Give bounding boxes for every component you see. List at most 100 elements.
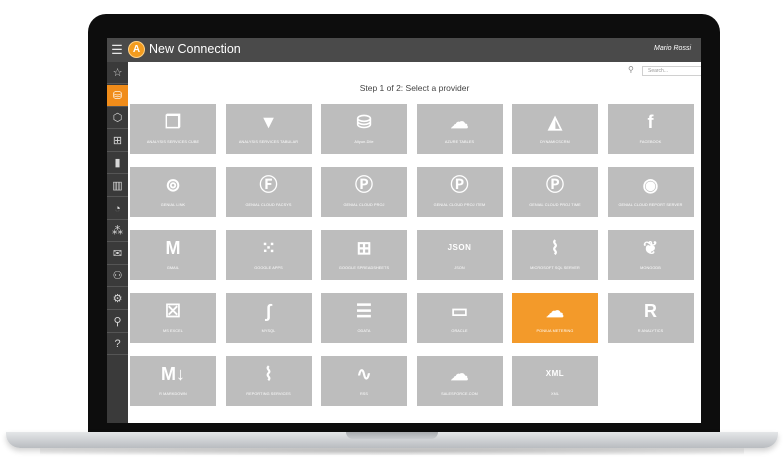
- top-bar: ☰ A New Connection Mario Rossi: [107, 38, 701, 62]
- app-logo[interactable]: A: [128, 41, 145, 58]
- search-input[interactable]: Search...: [642, 66, 701, 76]
- provider-tile[interactable]: ▭ ORACLE: [416, 293, 503, 343]
- provider-label: GOOGLE APPS: [254, 266, 283, 270]
- network-icon[interactable]: ⁂: [107, 220, 128, 243]
- provider-label: RSS: [359, 392, 369, 396]
- provider-tile[interactable]: ☰ ODATA: [321, 293, 407, 343]
- provider-label: GENIAL CLOUD PROJ TIME: [529, 203, 581, 207]
- cube-icon[interactable]: ⬡: [107, 107, 128, 130]
- dynamics-icon: ◭: [548, 112, 562, 132]
- oracle-icon: ▭: [450, 301, 468, 321]
- provider-label: DYNAMICSCRM: [540, 140, 570, 144]
- rss-icon: ∿: [356, 364, 372, 384]
- provider-tile[interactable]: Ⓕ GENIAL CLOUD FACSYS: [225, 167, 312, 217]
- provider-label: R ANALYTICS: [637, 329, 664, 333]
- provider-label: MYSQL: [261, 329, 276, 333]
- provider-label: GENIAL LINK: [160, 203, 186, 207]
- provider-label: MONGODB: [640, 266, 661, 270]
- grid-icon[interactable]: ⊞: [107, 130, 128, 152]
- mail-icon[interactable]: ✉: [107, 243, 128, 265]
- provider-tile[interactable]: ☁ AZURE TABLES: [416, 104, 503, 154]
- provider-tile[interactable]: ⊚ GENIAL LINK: [130, 167, 216, 217]
- stacked-chart-icon[interactable]: ▥: [107, 175, 128, 197]
- gauge-icon[interactable]: ◔: [107, 198, 128, 220]
- search-icon[interactable]: ⚲: [628, 65, 634, 74]
- leaf-icon: ❦: [642, 238, 659, 258]
- app-screen: ☰ A New Connection Mario Rossi ☆ ⛁ ⬡ ⊞ ▮ ▥ ◔ ⁂ ✉…: [107, 38, 701, 423]
- database-icon[interactable]: ⛁: [107, 84, 128, 107]
- provider-tile[interactable]: ⌇ REPORTING SERVICES: [225, 356, 312, 406]
- laptop-shadow: [40, 447, 744, 455]
- provider-tile[interactable]: ⊞ GOOGLE SPREADSHEETS: [321, 230, 407, 280]
- provider-label: R MARKDOWN: [159, 392, 187, 396]
- provider-tile[interactable]: Ⓟ GENIAL CLOUD PROJ ITEM: [416, 167, 503, 217]
- salesforce-cloud-icon: ☁: [450, 364, 469, 384]
- provider-tile[interactable]: ☁ PONIUA METERING: [512, 293, 598, 343]
- provider-tile[interactable]: ❦ MONGODB: [607, 230, 694, 280]
- provider-tile[interactable]: ◉ GENIAL CLOUD REPORT SERVER: [607, 167, 694, 217]
- excel-icon: ☒: [164, 301, 182, 321]
- letter-p-icon: Ⓟ: [355, 175, 373, 195]
- r-logo-icon: R: [644, 301, 657, 321]
- provider-label: SALESFORCE.COM: [441, 392, 478, 396]
- provider-label: GENIAL CLOUD FACSYS: [245, 203, 292, 207]
- help-icon[interactable]: ?: [107, 333, 128, 356]
- letter-p-icon: Ⓟ: [450, 175, 469, 195]
- provider-tile[interactable]: ⌇ MICROSOFT SQL SERVER: [512, 230, 598, 280]
- search-placeholder: Search...: [648, 68, 669, 74]
- provider-label: GENIAL CLOUD REPORT SERVER: [618, 203, 683, 207]
- json-file-icon: JSON: [447, 243, 472, 252]
- gear-icon[interactable]: ⚙: [107, 288, 128, 310]
- provider-tile[interactable]: ❒ ANALYSIS SERVICES CUBE: [130, 104, 216, 154]
- xml-file-icon: XML: [545, 369, 565, 378]
- provider-tile[interactable]: XML XML: [512, 356, 598, 406]
- provider-tile[interactable]: M↓ R MARKDOWN: [130, 356, 216, 406]
- provider-label: ORACLE: [451, 329, 468, 333]
- markdown-icon: M↓: [161, 364, 185, 384]
- provider-tile[interactable]: M GMAIL: [130, 230, 216, 280]
- provider-label: GENIAL CLOUD PROJ ITEM: [433, 203, 486, 207]
- provider-tile[interactable]: ⁙ GOOGLE APPS: [225, 230, 312, 280]
- gmail-icon: M: [165, 238, 181, 258]
- bar-chart-icon[interactable]: ▮: [107, 152, 128, 175]
- user-name[interactable]: Mario Rossi: [654, 45, 691, 52]
- tabular-icon: ▼: [259, 112, 278, 132]
- provider-tile[interactable]: ⛁ Aliyun-Dile: [321, 104, 407, 154]
- reporting-services-icon: ⌇: [264, 364, 273, 384]
- dolphin-icon: ∫: [266, 301, 271, 321]
- star-icon[interactable]: ☆: [107, 62, 128, 84]
- provider-tile[interactable]: ◭ DYNAMICSCRM: [512, 104, 598, 154]
- provider-tile[interactable]: ☒ MS EXCEL: [130, 293, 216, 343]
- provider-tile[interactable]: ▼ ANALYSIS SERVICES TABULAR: [225, 104, 312, 154]
- sidebar: ☆ ⛁ ⬡ ⊞ ▮ ▥ ◔ ⁂ ✉ ⚇ ⚙ ⚲?: [107, 62, 128, 423]
- laptop-base-notch: [346, 432, 438, 439]
- main-content: ⚲ Search... Step 1 of 2: Select a provid…: [128, 62, 701, 423]
- apps-grid-icon: ⁙: [260, 238, 277, 258]
- provider-tile[interactable]: ∿ RSS: [321, 356, 407, 406]
- provider-label: GOOGLE SPREADSHEETS: [338, 266, 390, 270]
- cloud-doc-icon: ☁: [546, 301, 564, 321]
- sql-server-icon: ⌇: [550, 238, 560, 258]
- provider-label: ANALYSIS SERVICES CUBE: [146, 140, 200, 144]
- provider-tile[interactable]: Ⓟ GENIAL CLOUD PROJ: [321, 167, 407, 217]
- provider-label: Aliyun-Dile: [354, 140, 374, 144]
- users-icon[interactable]: ⚇: [107, 265, 128, 288]
- cloud-windows-icon: ☁: [450, 112, 469, 132]
- search-icon[interactable]: ⚲: [107, 311, 128, 333]
- cubes-icon: ❒: [164, 112, 182, 132]
- provider-tile[interactable]: ☁ SALESFORCE.COM: [416, 356, 503, 406]
- provider-tile[interactable]: JSON JSON: [416, 230, 503, 280]
- hamburger-menu-icon[interactable]: ☰: [110, 43, 124, 57]
- spreadsheet-icon: ⊞: [356, 238, 372, 258]
- provider-label: GMAIL: [166, 266, 180, 270]
- report-server-icon: ◉: [642, 175, 659, 195]
- letter-f-icon: Ⓕ: [259, 175, 278, 195]
- provider-tile[interactable]: Ⓟ GENIAL CLOUD PROJ TIME: [512, 167, 598, 217]
- provider-label: MS EXCEL: [162, 329, 183, 333]
- page-title: New Connection: [149, 42, 241, 56]
- provider-label: PONIUA METERING: [536, 329, 574, 333]
- provider-tile[interactable]: f FACEBOOK: [607, 104, 694, 154]
- provider-tile[interactable]: R R ANALYTICS: [607, 293, 694, 343]
- provider-label: AZURE TABLES: [444, 140, 475, 144]
- provider-tile[interactable]: ∫ MYSQL: [225, 293, 312, 343]
